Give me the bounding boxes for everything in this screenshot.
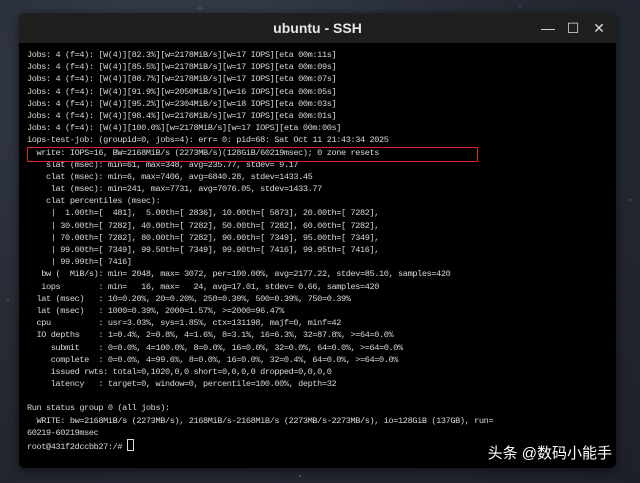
terminal-line: Jobs: 4 (f=4): [W(4)][85.5%][w=2178MiB/s… [27,62,337,73]
close-button[interactable]: ✕ [590,19,608,37]
terminal-line: bw ( MiB/s): min= 2048, max= 3072, per=1… [27,269,451,280]
terminal-line: lat (msec) : 1000=0.39%, 2000=1.57%, >=2… [27,305,285,316]
terminal-line: WRITE: bw=2168MiB/s (2273MB/s), 2168MiB/… [27,415,494,426]
maximize-button[interactable]: ☐ [564,19,582,37]
terminal-line: Jobs: 4 (f=4): [W(4)][91.9%][w=2050MiB/s… [27,86,337,97]
terminal-line: issued rwts: total=0,1020,0,0 short=0,0,… [27,366,332,377]
terminal-line: Run status group 0 (all jobs): [27,403,170,414]
terminal-line: Jobs: 4 (f=4): [W(4)][88.7%][w=2178MiB/s… [27,74,337,85]
terminal-line: | 30.00th=[ 7282], 40.00th=[ 7282], 50.0… [27,220,380,231]
minimize-button[interactable]: — [539,19,557,37]
terminal-line: Jobs: 4 (f=4): [W(4)][100.0%][w=2178MiB/… [27,123,341,134]
terminal-line: submit : 0=0.0%, 4=100.0%, 8=0.0%, 16=0.… [27,342,403,353]
terminal-line: lat (msec): min=241, max=7731, avg=7076.… [27,184,323,195]
terminal-line: IO depths : 1=0.4%, 2=0.8%, 4=1.6%, 8=3.… [27,330,394,341]
terminal-line: lat (msec) : 10=0.20%, 20=0.20%, 250=0.3… [27,293,351,304]
terminal-line: iops : min= 16, max= 24, avg=17.01, stde… [27,281,380,292]
terminal-line: clat percentiles (msec): [27,196,161,207]
terminal-line: | 99.99th=[ 7416] [27,257,132,268]
highlight-box [27,147,478,162]
terminal-line: cpu : usr=3.03%, sys=1.85%, ctx=131198, … [27,318,342,329]
watermark: 头条 @数码小能手 [487,445,612,462]
cursor [126,439,134,451]
window-title: ubuntu - SSH [273,20,362,36]
terminal-line: complete : 0=0.0%, 4=99.6%, 8=0.0%, 16=0… [27,354,399,365]
terminal-line: 60219-60219msec [27,427,99,438]
title-bar[interactable]: ubuntu - SSH — ☐ ✕ [19,13,616,43]
terminal-line: Jobs: 4 (f=4): [W(4)][98.4%][w=2176MiB/s… [27,110,337,121]
terminal-output[interactable]: Jobs: 4 (f=4): [W(4)][82.3%][w=2178MiB/s… [27,49,612,453]
terminal-line: iops-test-job: (groupid=0, jobs=4): err=… [27,135,389,146]
terminal-line: | 99.00th=[ 7349], 99.50th=[ 7349], 99.9… [27,245,380,255]
terminal-line: | 1.00th=[ 481], 5.00th=[ 2836], 10.00th… [27,208,380,219]
terminal-line: Jobs: 4 (f=4): [W(4)][82.3%][w=2178MiB/s… [27,50,337,60]
terminal-line: clat (msec): min=6, max=7406, avg=6840.2… [27,171,313,182]
ssh-terminal-window: ubuntu - SSH — ☐ ✕ Jobs: 4 (f=4): [W(4)]… [19,13,616,468]
terminal-line: | 70.00th=[ 7282], 80.00th=[ 7282], 90.0… [27,232,380,243]
terminal-line: Jobs: 4 (f=4): [W(4)][95.2%][w=2304MiB/s… [27,98,337,109]
shell-prompt: root@431f2dccbb27:/# [27,442,127,452]
terminal-line: latency : target=0, window=0, percentile… [27,379,337,390]
